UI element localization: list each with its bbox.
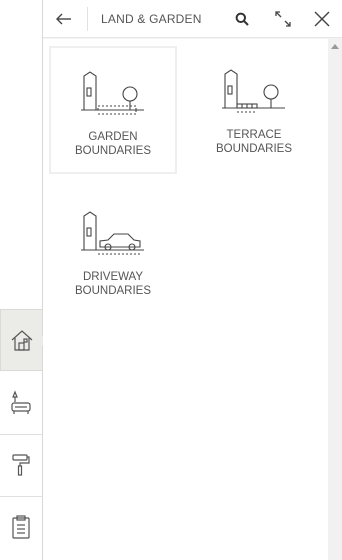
terrace-boundary-icon — [222, 69, 285, 113]
expand-icon — [275, 11, 291, 27]
close-button[interactable] — [307, 0, 337, 38]
search-button[interactable] — [229, 0, 255, 38]
house-icon — [11, 330, 32, 351]
search-icon — [235, 12, 249, 26]
tile-terrace-boundaries[interactable]: TERRACE BOUNDARIES — [190, 46, 318, 174]
catalog-panel: LAND & GARDEN GARDEN BOUNDARIES TERRACE … — [43, 0, 342, 560]
arrow-left-icon — [56, 13, 71, 25]
header-divider — [87, 7, 88, 31]
clipboard-icon — [12, 515, 30, 539]
scrollbar[interactable] — [328, 39, 342, 560]
close-icon — [314, 11, 330, 27]
tile-label: TERRACE BOUNDARIES — [215, 129, 293, 155]
tile-garden-boundaries[interactable]: GARDEN BOUNDARIES — [49, 46, 177, 174]
tile-label: DRIVEWAY BOUNDARIES — [74, 271, 152, 297]
tile-driveway-boundaries[interactable]: DRIVEWAY BOUNDARIES — [49, 188, 177, 316]
back-button[interactable] — [49, 0, 79, 38]
paint-roller-icon — [12, 454, 30, 476]
tile-label: GARDEN BOUNDARIES — [74, 131, 152, 157]
panel-header: LAND & GARDEN — [43, 0, 342, 38]
side-rail — [0, 0, 48, 560]
driveway-boundary-icon — [81, 211, 144, 255]
rail-list-button[interactable] — [0, 496, 42, 558]
rail-home-button[interactable] — [0, 309, 48, 371]
scroll-up-arrow-icon[interactable] — [331, 44, 339, 49]
tile-grid: GARDEN BOUNDARIES TERRACE BOUNDARIES DRI… — [43, 39, 328, 560]
sofa-lamp-icon — [11, 390, 31, 414]
rail-decor-button[interactable] — [0, 434, 42, 496]
expand-button[interactable] — [269, 0, 297, 38]
page-title: LAND & GARDEN — [101, 12, 202, 26]
rail-interior-button[interactable] — [0, 372, 42, 434]
garden-boundary-icon — [81, 71, 144, 115]
